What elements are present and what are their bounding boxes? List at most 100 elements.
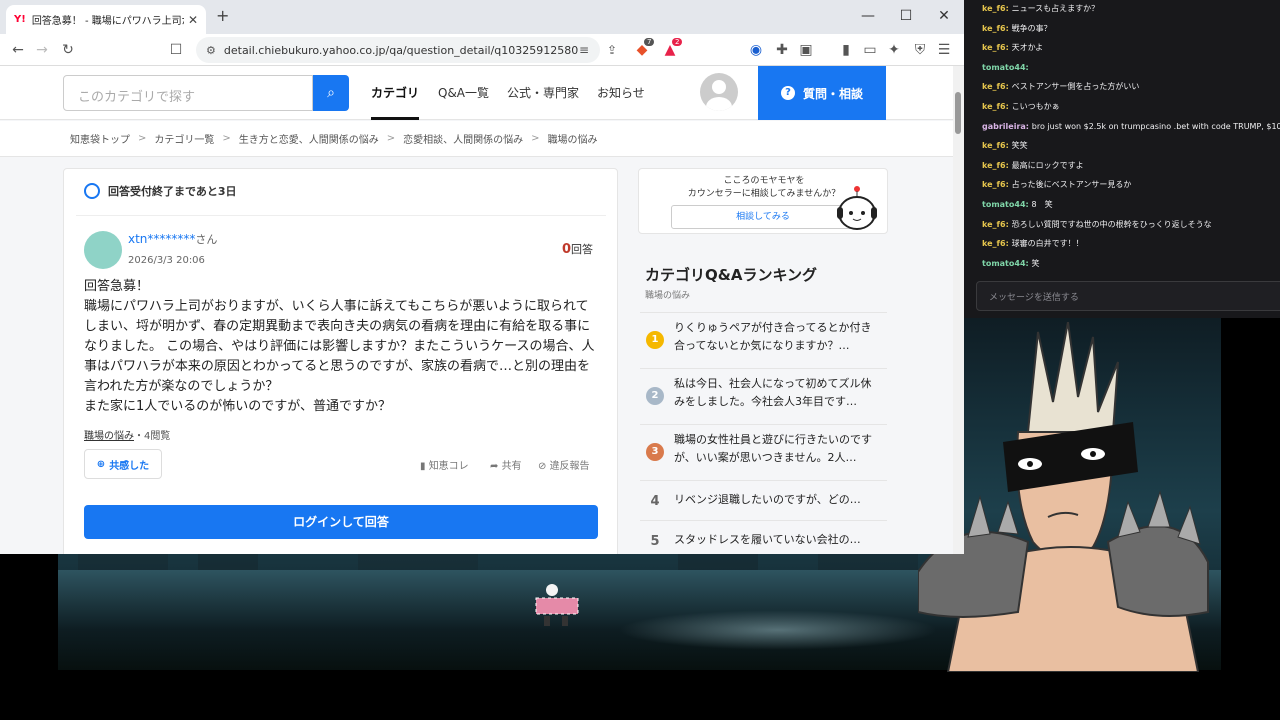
chat-username[interactable]: ke_f6: bbox=[982, 24, 1009, 33]
sidebar-icon[interactable]: ▮ bbox=[836, 40, 856, 60]
chat-username[interactable]: ke_f6: bbox=[982, 102, 1009, 111]
user-avatar[interactable] bbox=[700, 73, 738, 111]
chat-message: ke_f6: 恐ろしい質問ですね世の中の根幹をひっくり返しそうな bbox=[982, 217, 1212, 233]
menu-icon[interactable]: ☰ bbox=[934, 40, 954, 60]
chat-text: 恐ろしい質問ですね世の中の根幹をひっくり返しそうな bbox=[1011, 219, 1212, 229]
empathy-button[interactable]: ⊕ 共感した bbox=[84, 449, 162, 479]
login-to-answer-button[interactable]: ログインして回答 bbox=[84, 505, 598, 539]
nav-active-indicator bbox=[371, 117, 419, 120]
chat-message: ke_f6: 戦争の事？ bbox=[982, 21, 1052, 37]
breadcrumb-item[interactable]: カテゴリ一覧 bbox=[154, 131, 214, 146]
ranking-item[interactable]: 2 私は今日、社会人になって初めてズル休みをしました。今社会人3年目です… bbox=[640, 368, 887, 424]
nav-category[interactable]: カテゴリ bbox=[371, 84, 419, 101]
desktop: { "browser": { "tab_title": "回答急募！ - 職場に… bbox=[0, 0, 1280, 720]
browser-tab[interactable]: Y! 回答急募！ - 職場にパワハラ上司がおりますが ✕ bbox=[6, 5, 206, 34]
address-bar[interactable]: ⚙ detail.chiebukuro.yahoo.co.jp/qa/quest… bbox=[196, 37, 600, 63]
ranking-item[interactable]: 5 スタッドレスを履いていない会社の… bbox=[640, 520, 887, 554]
chat-message: ke_f6: 天オかよ bbox=[982, 40, 1043, 56]
wallet-icon[interactable]: ▭ bbox=[860, 40, 880, 60]
chat-message: tomato44: bbox=[982, 60, 1029, 76]
save-label: 知恵コレ bbox=[428, 461, 469, 472]
extension-icon[interactable]: ◉ bbox=[746, 40, 766, 60]
ranking-item[interactable]: 3 職場の女性社員と遊びに行きたいのですが、いい案が思いつきません。2人… bbox=[640, 424, 887, 480]
chat-username[interactable]: ke_f6: bbox=[982, 161, 1009, 170]
tab-title: 回答急募！ - 職場にパワハラ上司がおりますが bbox=[31, 16, 184, 27]
ask-question-button[interactable]: ? 質問・相談 bbox=[758, 66, 886, 120]
ranking-text: 職場の女性社員と遊びに行きたいのですが、いい案が思いつきません。2人… bbox=[674, 433, 872, 464]
forward-icon[interactable]: → bbox=[32, 40, 52, 60]
chat-input[interactable]: メッセージを送信する bbox=[976, 281, 1280, 311]
chat-message: ke_f6: 笑笑 bbox=[982, 138, 1028, 154]
chat-message: ke_f6: 占った後にベストアンサー見るか bbox=[982, 177, 1131, 193]
share-button[interactable]: ➦ 共有 bbox=[490, 457, 522, 472]
back-icon[interactable]: ← bbox=[8, 40, 28, 60]
minimize-icon[interactable]: — bbox=[858, 8, 878, 24]
breadcrumb-item[interactable]: 職場の悩み bbox=[548, 131, 598, 146]
share-icon[interactable]: ⇪ bbox=[602, 40, 622, 60]
chat-text: 天オかよ bbox=[1011, 43, 1044, 53]
chat-username[interactable]: tomato44: bbox=[982, 259, 1029, 268]
chat-username[interactable]: ke_f6: bbox=[982, 43, 1009, 52]
save-collection-button[interactable]: ▮ 知恵コレ bbox=[420, 457, 469, 472]
breadcrumb-item[interactable]: 生き方と恋愛、人間関係の悩み bbox=[239, 131, 379, 146]
rank-badge-gold: 1 bbox=[646, 331, 664, 349]
category-tag-link[interactable]: 職場の悩み bbox=[84, 431, 134, 442]
chat-username[interactable]: ke_f6: bbox=[982, 220, 1009, 229]
bookmark-icon[interactable]: ☐ bbox=[166, 40, 186, 60]
badge-count: 2 bbox=[672, 38, 683, 46]
chat-username[interactable]: ke_f6: bbox=[982, 4, 1009, 13]
ranking-text: りくりゅうペアが付き合ってるとか付き合ってないとか気になりますか？… bbox=[674, 321, 872, 352]
chat-username[interactable]: ke_f6: bbox=[982, 82, 1009, 91]
chat-username[interactable]: tomato44: bbox=[982, 200, 1029, 209]
chat-username[interactable]: ke_f6: bbox=[982, 239, 1009, 248]
alarm-clock-icon bbox=[84, 183, 100, 199]
question-line: また家に1人でいるのが怖いのですが、普通ですか？ bbox=[84, 399, 392, 414]
rank-badge-silver: 2 bbox=[646, 387, 664, 405]
questioner-avatar[interactable] bbox=[84, 231, 122, 269]
chat-username[interactable]: tomato44: bbox=[982, 63, 1029, 72]
breadcrumb-item[interactable]: 恋愛相談、人間関係の悩み bbox=[403, 131, 523, 146]
report-label: 違反報告 bbox=[549, 461, 590, 472]
nav-news[interactable]: お知らせ bbox=[597, 84, 645, 101]
reader-icon[interactable]: ≡ bbox=[574, 40, 594, 60]
new-tab-icon[interactable]: + bbox=[216, 6, 229, 25]
counseling-button[interactable]: 相談してみる bbox=[671, 205, 855, 229]
maximize-icon[interactable]: ☐ bbox=[896, 8, 916, 24]
ranking-text: スタッドレスを履いていない会社の… bbox=[674, 533, 861, 546]
close-tab-icon[interactable]: ✕ bbox=[188, 13, 198, 27]
report-button[interactable]: ⊘ 違反報告 bbox=[538, 457, 590, 472]
chat-message: ke_f6: こいつもかぁ bbox=[982, 99, 1060, 115]
chat-username[interactable]: ke_f6: bbox=[982, 141, 1009, 150]
nav-qa-list[interactable]: Q&A一覧 bbox=[438, 84, 489, 101]
chat-username[interactable]: ke_f6: bbox=[982, 180, 1009, 189]
chat-message: gabrileira: bro just won $2.5k on trumpc… bbox=[982, 119, 1280, 135]
deadline-notice: 回答受付終了まであと3日 bbox=[84, 183, 237, 199]
site-info-icon[interactable]: ⚙ bbox=[206, 44, 216, 57]
ranking-item[interactable]: 4 リベンジ退職したいのですが、どの… bbox=[640, 480, 887, 520]
breadcrumb: 知恵袋トップ > カテゴリ一覧 > 生き方と恋愛、人間関係の悩み > 恋愛相談、人間関… bbox=[0, 121, 953, 157]
screenshot-icon[interactable]: ▣ bbox=[796, 40, 816, 60]
ranking-item[interactable]: 1 りくりゅうペアが付き合ってるとか付き合ってないとか気になりますか？… bbox=[640, 312, 887, 368]
chat-text: ベストアンサー側を占った方がいい bbox=[1011, 82, 1140, 92]
answer-count-label: 回答 bbox=[571, 243, 594, 256]
nav-official[interactable]: 公式・専門家 bbox=[507, 84, 579, 101]
view-count: ・4閲覧 bbox=[134, 431, 171, 442]
rank-number: 4 bbox=[650, 494, 660, 509]
chat-username[interactable]: gabrileira: bbox=[982, 122, 1029, 131]
page-scrollbar[interactable] bbox=[953, 66, 964, 554]
questioner-name[interactable]: xtn********さん bbox=[128, 231, 217, 247]
scrollbar-thumb[interactable] bbox=[955, 92, 961, 134]
chat-text: 占った後にベストアンサー見るか bbox=[1011, 180, 1132, 190]
breadcrumb-item[interactable]: 知恵袋トップ bbox=[70, 131, 130, 146]
search-button[interactable]: ⌕ bbox=[313, 75, 349, 111]
reload-icon[interactable]: ↻ bbox=[58, 40, 78, 60]
counseling-line: こころのモヤモヤを bbox=[723, 176, 805, 186]
leo-icon[interactable]: ✦ bbox=[884, 40, 904, 60]
counseling-banner: こころのモヤモヤを カウンセラーに相談してみませんか？ 相談してみる bbox=[638, 168, 888, 234]
ranking-text: リベンジ退職したいのですが、どの… bbox=[674, 493, 861, 506]
category-search-input[interactable]: このカテゴリで探す bbox=[63, 75, 313, 111]
chat-text: 戦争の事？ bbox=[1011, 23, 1052, 33]
vpn-icon[interactable]: ⛨ bbox=[910, 40, 930, 60]
close-window-icon[interactable]: ✕ bbox=[934, 8, 954, 24]
puzzle-icon[interactable]: ✚ bbox=[772, 40, 792, 60]
